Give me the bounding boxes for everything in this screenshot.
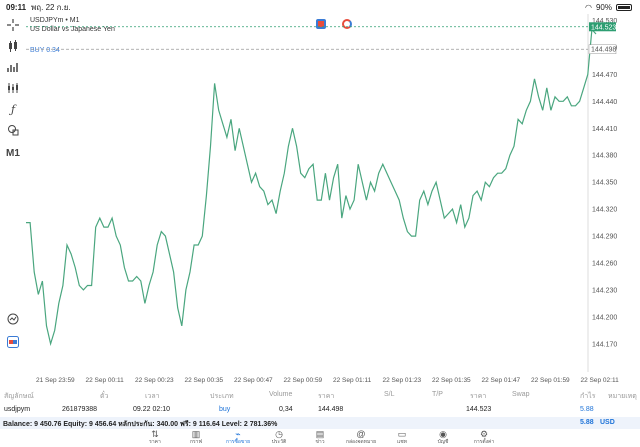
x-tick-label: 22 Sep 00:35 [185,377,224,384]
function-icon[interactable]: ƒ [5,101,21,117]
trade-table-header: สัญลักษณ์ ตั๋ว เวลา ประเภท Volume ราคา S/L T/P ร… [0,388,640,402]
battery-icon [616,3,632,11]
table-header-cell: หมายเหตุ [608,393,637,400]
battery-percent: 90% [595,2,612,12]
news-icon: ▤ [315,429,325,439]
table-header-cell: สัญลักษณ์ [4,393,34,400]
y-tick-label: 144.170 [592,341,617,348]
row-profit: 5.88 [580,406,594,413]
status-bar: 09:11 พฤ. 22 ก.ย. ◠ 90% [0,0,640,14]
balance-currency: USD [600,419,615,426]
x-tick-label: 22 Sep 01:35 [432,377,471,384]
row-ticket: 261879388 [62,406,98,413]
table-header-cell: S/L [384,391,395,398]
table-header-cell: T/P [432,391,443,398]
row-type: buy [219,406,231,413]
tab-mailbox[interactable]: @ กล่องจดหมาย [341,429,381,446]
x-axis: 21 Sep 23:59 22 Sep 00:11 22 Sep 00:23 22 S… [36,377,619,384]
x-tick-label: 22 Sep 00:47 [234,377,273,384]
bottom-tab-bar: ⇅ ราคา ▥ กราฟ ⌁ การซื้อขาย ◷ ประวัติ ▤ ข… [0,430,640,447]
x-tick-label: 22 Sep 01:23 [383,377,422,384]
row-current-price: 144.523 [466,406,492,413]
table-row[interactable]: usdjpym 261879388 09.22 02:10 buy 0,34 1… [0,403,640,416]
y-tick-label: 144.470 [592,72,617,79]
x-tick-label: 22 Sep 00:23 [135,377,174,384]
y-tick-label: 144.380 [592,153,617,160]
status-time: 09:11 [6,2,27,12]
y-tick-label: 144.200 [592,314,617,321]
row-volume: 0,34 [279,406,293,413]
buy-price-tag-text: 144.498 [591,47,616,54]
balance-bar: Balance: 9 450.76 Equity: 9 456.64 หลักป… [0,417,640,429]
row-price: 144.498 [318,406,344,413]
tab-news[interactable]: ▤ ข่าว [300,429,340,446]
x-tick-label: 22 Sep 00:59 [284,377,323,384]
tab-history[interactable]: ◷ ประวัติ [259,429,299,446]
chat-icon: ▭ [397,429,407,439]
x-tick-label: 21 Sep 23:59 [36,377,75,384]
y-tick-label: 144.230 [592,287,617,294]
chart-area[interactable]: USDJPYm • M1 US Dollar vs Japanese Yen B… [26,14,640,384]
trade-icon: ⌁ [235,429,241,439]
timeframe-button[interactable]: M1 [5,145,21,161]
price-series-line [26,28,597,347]
x-tick-label: 22 Sep 01:59 [531,377,570,384]
status-date: พฤ. 22 ก.ย. [31,2,71,12]
wifi-icon: ◠ [585,2,592,12]
shapes-icon[interactable] [5,122,21,138]
y-tick-label: 144.290 [592,234,617,241]
history-icon: ◷ [275,429,283,439]
tab-chat[interactable]: ▭ แชท [382,429,422,446]
x-tick-label: 22 Sep 02:11 [581,377,620,384]
tab-chart[interactable]: ▥ กราฟ [176,429,216,446]
tab-settings[interactable]: ⚙ การตั้งค่า [464,429,504,446]
indicators-icon[interactable] [5,59,21,75]
row-symbol: usdjpym [4,406,31,413]
bid-price-tag-text: 144.523 [591,24,616,31]
status-right: ◠ 90% [585,3,632,12]
table-header-cell: ราคา [470,393,487,400]
table-header-cell: Volume [269,391,293,398]
chart-icon: ▥ [191,429,201,439]
x-tick-label: 22 Sep 00:11 [86,377,125,384]
tab-trade[interactable]: ⌁ การซื้อขาย [218,429,258,446]
row-time: 09.22 02:10 [133,406,170,413]
objects-icon[interactable] [5,80,21,96]
price-chart[interactable]: 144.530144.500144.470144.440144.410144.3… [26,14,640,384]
y-tick-label: 144.410 [592,126,617,133]
table-header-cell: ราคา [318,393,335,400]
y-tick-label: 144.320 [592,207,617,214]
mailbox-icon: @ [356,429,366,439]
zoom-icon[interactable] [5,311,21,327]
y-tick-label: 144.440 [592,99,617,106]
y-tick-label: 144.350 [592,180,617,187]
candlestick-icon[interactable] [5,38,21,54]
crosshair-icon[interactable] [5,17,21,33]
table-header-cell: เวลา [145,393,160,400]
table-header-cell: ประเภท [210,393,234,400]
table-header-cell: กำไร [580,393,596,400]
y-tick-label: 144.260 [592,260,617,267]
y-axis: 144.530144.500144.470144.440144.410144.3… [592,18,617,348]
balance-profit: 5.88 [580,419,594,426]
table-header-cell: Swap [512,391,530,398]
chart-toolbar: ƒ M1 [0,14,26,360]
x-tick-label: 22 Sep 01:47 [482,377,521,384]
tab-quotes[interactable]: ⇅ ราคา [135,429,175,446]
table-header-cell: ตั๋ว [100,393,109,400]
arrows-updown-icon: ⇅ [151,429,159,439]
x-tick-label: 22 Sep 01:11 [333,377,372,384]
tab-account[interactable]: ◉ บัญชี [423,429,463,446]
settings-icon: ⚙ [479,429,489,439]
account-icon: ◉ [439,429,447,439]
one-click-trading-icon[interactable] [5,334,21,350]
